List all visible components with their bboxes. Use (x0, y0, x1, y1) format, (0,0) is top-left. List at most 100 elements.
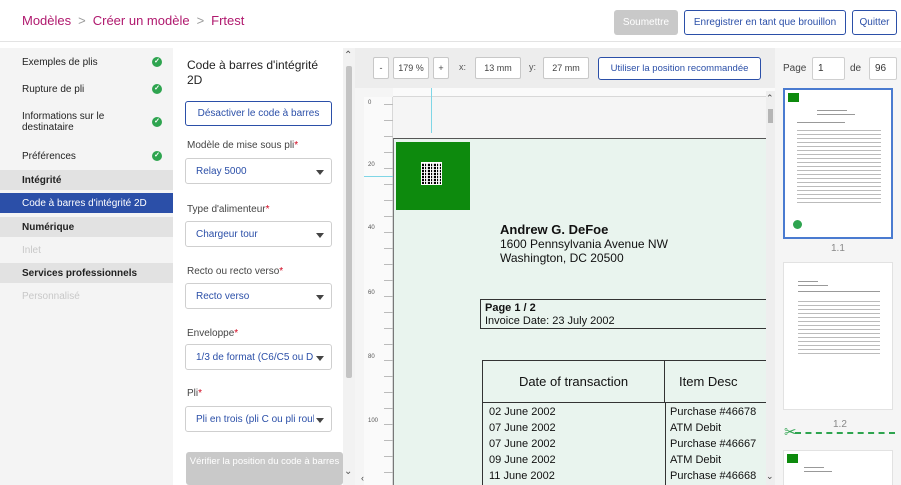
document-page: Andrew G. DeFoe 1600 Pennsylvania Avenue… (393, 138, 775, 485)
chevron-down-icon[interactable]: ⌄ (766, 471, 774, 482)
page-info-box: Page 1 / 2 Invoice Date: 23 July 2002 (480, 299, 775, 329)
barcode-marker-icon (788, 93, 799, 102)
thumbnail-content (797, 158, 881, 159)
thumbnail-content (798, 333, 880, 334)
ruler-tick (384, 424, 393, 425)
ruler-label: 20 (368, 162, 375, 168)
chevron-down-icon[interactable]: ⌄ (344, 466, 352, 477)
y-position-input[interactable]: 27 mm (543, 57, 589, 79)
sidebar-item-fold-break[interactable]: Rupture de pli ✓ (0, 81, 173, 97)
sidebar-item-2d-barcode[interactable]: Code à barres d'intégrité 2D (0, 193, 173, 213)
chevron-up-icon[interactable]: ⌃ (344, 50, 352, 61)
scrollbar-thumb[interactable] (346, 66, 352, 378)
thumbnail-content (798, 325, 880, 326)
breadcrumb-templates[interactable]: Modèles (22, 13, 71, 28)
check-icon: ✓ (152, 117, 162, 127)
field-label-envelope: Enveloppe* (187, 328, 239, 339)
table-cell: Purchase #46667 (670, 438, 757, 450)
thumbnail-content (797, 202, 881, 203)
2d-barcode-icon[interactable] (421, 162, 442, 185)
verify-barcode-position-button[interactable]: Vérifier la position du code à barres (186, 452, 343, 485)
sidebar-item-recipient-info[interactable]: Informations sur le destinataire ✓ (0, 110, 173, 134)
horizontal-ruler (393, 88, 775, 97)
preview-scrollbar[interactable]: ⌃ ⌄ (766, 91, 775, 485)
thumbnail-content (798, 285, 828, 286)
panel-scrollbar[interactable]: ⌃ ⌄ (343, 48, 355, 485)
page-thumbnail-1-2[interactable] (783, 262, 893, 410)
chevron-down-icon (316, 356, 324, 361)
ruler-tick (384, 280, 393, 281)
thumbnail-content (798, 301, 880, 302)
quit-button[interactable]: Quitter (852, 10, 897, 35)
envelope-select[interactable]: 1/3 de format (C6/C5 ou DL (185, 344, 332, 370)
page-thumbnail-1-1[interactable] (783, 88, 893, 239)
barcode-placement-zone[interactable] (396, 142, 470, 210)
ruler-tick (384, 168, 393, 169)
ruler-tick (384, 360, 393, 361)
submit-button[interactable]: Soumettre (614, 10, 678, 35)
breadcrumb-current: Frtest (211, 13, 245, 28)
invoice-date: Invoice Date: 23 July 2002 (485, 315, 615, 327)
sidebar-section-professional-services: Services professionnels (0, 263, 173, 283)
breadcrumb-separator: > (78, 13, 86, 28)
table-cell: 02 June 2002 (489, 406, 556, 418)
ruler-tick (384, 376, 393, 377)
field-label-fold: Pli* (187, 388, 203, 399)
thumbnail-content (798, 353, 880, 354)
recipient-address-line: Washington, DC 20500 (500, 251, 624, 265)
table-cell: ATM Debit (670, 422, 722, 434)
disable-barcode-button[interactable]: Désactiver le code à barres (185, 101, 332, 126)
ruler-label: 60 (368, 290, 375, 296)
thumbnail-content (797, 174, 881, 175)
sidebar-item-preferences[interactable]: Préférences ✓ (0, 148, 173, 164)
thumbnail-content (817, 110, 847, 111)
page-thumbnails-panel: Page 1 de 96 1.1 ✂ 1.2 (775, 48, 901, 485)
table-cell: 07 June 2002 (489, 438, 556, 450)
fold-select[interactable]: Pli en trois (pli C ou pli roulé (185, 406, 332, 432)
use-recommended-position-button[interactable]: Utiliser la position recommandée (598, 57, 761, 80)
field-label-inserter-model: Modèle de mise sous pli* (187, 140, 299, 151)
chevron-up-icon[interactable]: ⌃ (766, 93, 774, 104)
table-cell: 09 June 2002 (489, 454, 556, 466)
thumbnail-content (797, 190, 881, 191)
position-guide-vertical (431, 88, 432, 133)
page-number-input[interactable]: 1 (812, 57, 845, 80)
panel-title: Code à barres d'intégrité 2D (187, 58, 319, 87)
thumbnail-label: 1.1 (831, 243, 845, 254)
scrollbar-thumb[interactable] (768, 109, 773, 123)
sidebar-section-integrity: Intégrité (0, 170, 173, 190)
page-thumbnail-next[interactable] (783, 450, 893, 485)
zoom-level-input[interactable]: 179 % (393, 57, 429, 79)
ruler-tick (384, 200, 393, 201)
ruler-tick (384, 328, 393, 329)
sidebar-item-fold-samples[interactable]: Exemples de plis ✓ (0, 54, 173, 70)
document-preview[interactable]: 0 20 40 60 80 100 Andrew G. DeFoe 1600 P… (355, 88, 775, 485)
x-label: x: (459, 62, 467, 72)
vertical-ruler: 0 20 40 60 80 100 (364, 97, 393, 485)
sidebar-item-label: Exemples de plis (22, 56, 98, 68)
zoom-in-button[interactable]: + (433, 57, 449, 79)
thumbnail-content (797, 150, 881, 151)
thumbnail-content (798, 337, 880, 338)
breadcrumb: Modèles > Créer un modèle > Frtest (22, 13, 244, 28)
chevron-left-icon[interactable]: ‹ (361, 473, 364, 483)
of-label: de (850, 63, 862, 74)
duplex-select[interactable]: Recto verso (185, 283, 332, 309)
inserter-model-select[interactable]: Relay 5000 (185, 158, 332, 184)
ruler-tick (384, 216, 393, 217)
sidebar-item-label: Préférences (22, 150, 76, 162)
thumbnail-content (797, 130, 881, 131)
breadcrumb-create-template[interactable]: Créer un modèle (93, 13, 190, 28)
x-position-input[interactable]: 13 mm (475, 57, 521, 79)
ruler-tick (384, 472, 393, 473)
zoom-out-button[interactable]: - (373, 57, 389, 79)
thumbnail-content (797, 186, 881, 187)
field-label-duplex: Recto ou recto verso* (187, 266, 284, 277)
save-draft-button[interactable]: Enregistrer en tant que brouillon (684, 10, 846, 35)
ruler-tick (384, 104, 393, 105)
feeder-type-select[interactable]: Chargeur tour (185, 221, 332, 247)
table-cell: 07 June 2002 (489, 422, 556, 434)
ruler-label: 0 (368, 100, 372, 106)
thumbnail-content (798, 341, 880, 342)
table-header-date: Date of transaction (483, 361, 665, 403)
